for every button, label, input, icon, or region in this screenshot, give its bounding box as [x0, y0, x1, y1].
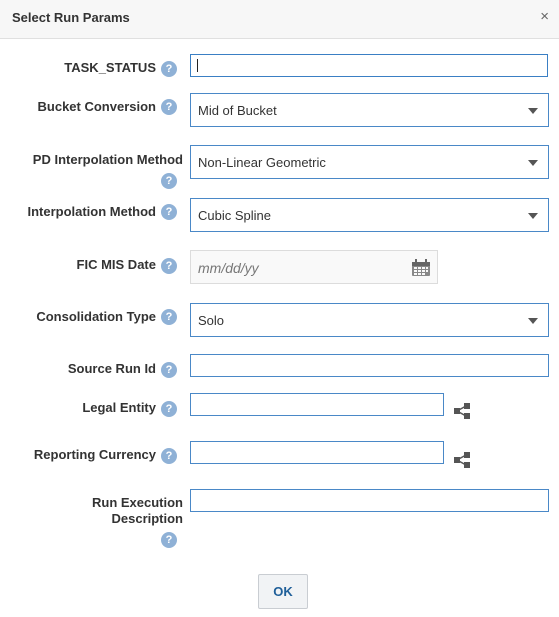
dialog-title: Select Run Params	[12, 10, 130, 25]
consolidation-type-label: Consolidation Type	[36, 309, 156, 324]
bucket-conversion-label: Bucket Conversion	[37, 99, 156, 114]
interpolation-method-label: Interpolation Method	[27, 204, 156, 219]
help-icon[interactable]: ?	[161, 61, 177, 77]
calendar-icon[interactable]	[411, 259, 431, 277]
help-icon[interactable]: ?	[161, 532, 177, 548]
pd-interpolation-method-select[interactable]: Non-Linear Geometric	[190, 145, 549, 179]
help-icon[interactable]: ?	[161, 362, 177, 378]
ok-button[interactable]: OK	[258, 574, 308, 609]
bucket-conversion-select[interactable]: Mid of Bucket	[190, 93, 549, 127]
task-status-label: TASK_STATUS	[64, 60, 156, 75]
help-icon[interactable]: ?	[161, 173, 177, 189]
text-caret	[197, 59, 198, 72]
run-execution-description-input[interactable]	[190, 489, 549, 512]
reporting-currency-label: Reporting Currency	[33, 447, 156, 462]
chevron-down-icon[interactable]	[528, 108, 538, 114]
legal-entity-label: Legal Entity	[82, 400, 156, 415]
reporting-currency-input[interactable]	[190, 441, 444, 464]
bucket-conversion-value: Mid of Bucket	[198, 103, 277, 118]
run-execution-description-label: Run Execution Description	[91, 495, 183, 526]
select-run-params-dialog: Select Run Params × TASK_STATUS ? Bucket…	[0, 0, 559, 617]
interpolation-method-select[interactable]: Cubic Spline	[190, 198, 549, 232]
fic-mis-date-placeholder: mm/dd/yy	[198, 260, 259, 276]
task-status-input[interactable]	[190, 54, 548, 77]
chevron-down-icon[interactable]	[528, 318, 538, 324]
help-icon[interactable]: ?	[161, 448, 177, 464]
pd-interpolation-method-value: Non-Linear Geometric	[198, 155, 326, 170]
source-run-id-input[interactable]	[190, 354, 549, 377]
hierarchy-icon[interactable]	[453, 402, 471, 420]
interpolation-method-value: Cubic Spline	[198, 208, 271, 223]
help-icon[interactable]: ?	[161, 401, 177, 417]
consolidation-type-select[interactable]: Solo	[190, 303, 549, 337]
help-icon[interactable]: ?	[161, 204, 177, 220]
legal-entity-input[interactable]	[190, 393, 444, 416]
chevron-down-icon[interactable]	[528, 160, 538, 166]
chevron-down-icon[interactable]	[528, 213, 538, 219]
fic-mis-date-field[interactable]: mm/dd/yy	[190, 250, 438, 284]
source-run-id-label: Source Run Id	[67, 361, 156, 376]
help-icon[interactable]: ?	[161, 309, 177, 325]
help-icon[interactable]: ?	[161, 258, 177, 274]
hierarchy-icon[interactable]	[453, 451, 471, 469]
pd-interpolation-method-label: PD Interpolation Method	[32, 152, 183, 167]
dialog-titlebar: Select Run Params ×	[0, 0, 559, 39]
close-icon[interactable]: ×	[540, 9, 549, 25]
consolidation-type-value: Solo	[198, 313, 225, 328]
help-icon[interactable]: ?	[161, 99, 177, 115]
fic-mis-date-label: FIC MIS Date	[76, 257, 156, 272]
